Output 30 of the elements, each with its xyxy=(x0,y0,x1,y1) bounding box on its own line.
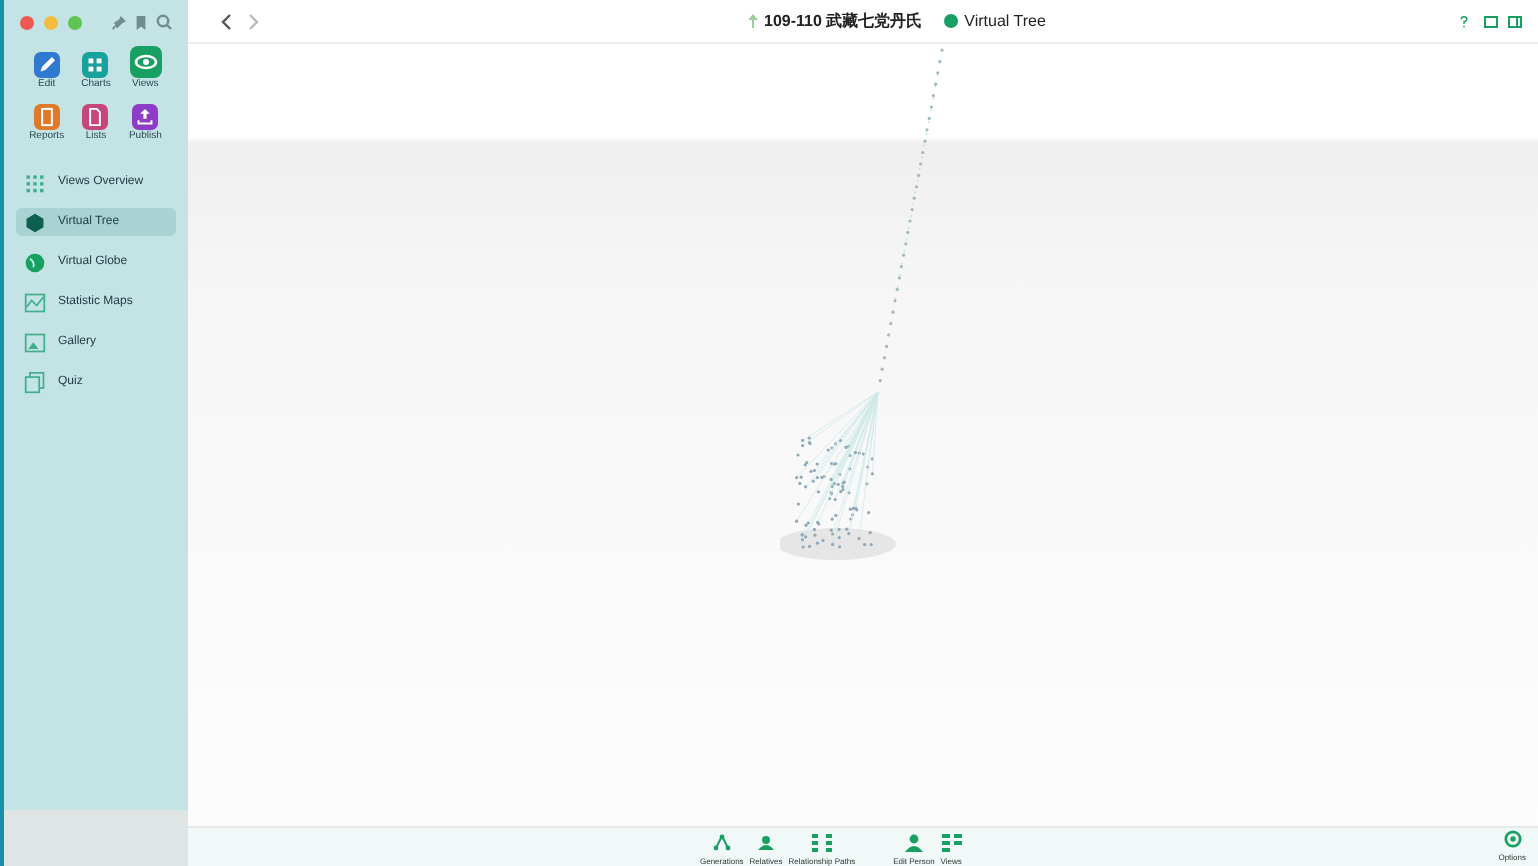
search-icon[interactable] xyxy=(156,14,172,30)
toolbar-icon xyxy=(811,834,832,852)
pin-icon[interactable] xyxy=(112,15,126,29)
close-button[interactable] xyxy=(20,15,34,29)
tool-icon xyxy=(33,104,60,130)
bookmark-icon[interactable] xyxy=(136,15,146,29)
tool-icon xyxy=(33,52,60,78)
toolbar-icon xyxy=(711,834,732,852)
sidebar-toggle-icon[interactable] xyxy=(1508,15,1522,27)
view-title: Virtual Tree xyxy=(964,9,1046,33)
zoom-button[interactable] xyxy=(68,15,82,29)
forward-icon[interactable] xyxy=(248,13,260,29)
view-icon xyxy=(24,171,46,193)
window-icon[interactable] xyxy=(1484,15,1498,27)
help-icon[interactable] xyxy=(1460,15,1468,27)
toolbar-icon xyxy=(941,834,962,852)
view-icon xyxy=(24,371,46,393)
tool-icon xyxy=(82,52,109,78)
breadcrumb-title: 109-110 武藏七党丹氏 xyxy=(764,9,923,33)
toolbar-icon xyxy=(756,834,777,852)
tool-icon xyxy=(82,104,109,130)
view-icon xyxy=(24,331,46,353)
back-icon[interactable] xyxy=(220,13,232,29)
view-icon xyxy=(24,211,46,233)
tool-icon xyxy=(129,46,162,78)
gear-icon xyxy=(1503,830,1522,848)
toolbar-icon xyxy=(903,834,924,852)
view-icon xyxy=(24,251,46,273)
view-icon xyxy=(24,291,46,313)
tool-icon xyxy=(132,104,159,130)
